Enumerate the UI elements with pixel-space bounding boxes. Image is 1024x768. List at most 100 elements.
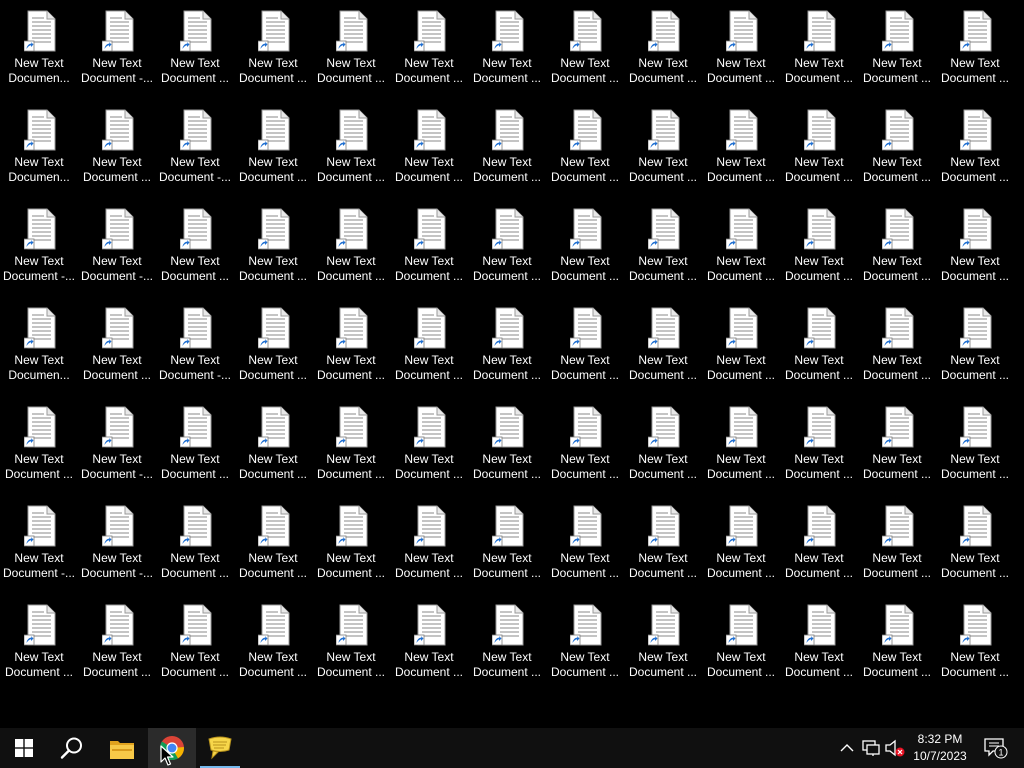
desktop-icon-new-text-document[interactable]: New Text Document ... xyxy=(469,503,545,593)
desktop-icon-new-text-document[interactable]: New Text Document ... xyxy=(469,404,545,494)
desktop-icon-new-text-document[interactable]: New Text Document ... xyxy=(703,206,779,296)
desktop-icon-new-text-document[interactable]: New Text Document -... xyxy=(79,8,155,98)
desktop-icon-new-text-document[interactable]: New Text Document ... xyxy=(313,404,389,494)
desktop-icon-new-text-document[interactable]: New Text Document ... xyxy=(469,305,545,395)
desktop-icon-new-text-document[interactable]: New Text Document ... xyxy=(625,206,701,296)
desktop-icon-new-text-document[interactable]: New Text Document -... xyxy=(79,404,155,494)
desktop-icon-new-text-document[interactable]: New Text Document -... xyxy=(157,107,233,197)
desktop-icon-new-text-document[interactable]: New Text Document ... xyxy=(235,404,311,494)
desktop-icon-new-text-document[interactable]: New Text Document ... xyxy=(79,305,155,395)
desktop-icon-new-text-document[interactable]: New Text Document ... xyxy=(937,305,1013,395)
file-explorer-button[interactable] xyxy=(98,728,146,768)
desktop-icon-new-text-document[interactable]: New Text Document ... xyxy=(157,404,233,494)
desktop-icon-new-text-document[interactable]: New Text Document ... xyxy=(547,107,623,197)
desktop-icon-new-text-document[interactable]: New Text Document ... xyxy=(391,602,467,692)
desktop-icon-new-text-document[interactable]: New Text Document -... xyxy=(1,503,77,593)
desktop-icon-new-text-document[interactable]: New Text Document ... xyxy=(859,206,935,296)
desktop-icon-new-text-document[interactable]: New Text Document ... xyxy=(859,503,935,593)
desktop-icon-new-text-document[interactable]: New Text Document ... xyxy=(235,503,311,593)
desktop-icon-new-text-document[interactable]: New Text Document ... xyxy=(625,107,701,197)
desktop-icon-new-text-document[interactable]: New Text Document ... xyxy=(703,404,779,494)
desktop-icon-new-text-document[interactable]: New Text Document ... xyxy=(1,602,77,692)
desktop-icon-new-text-document[interactable]: New Text Document ... xyxy=(703,503,779,593)
desktop-icon-new-text-document[interactable]: New Text Documen... xyxy=(1,8,77,98)
desktop-icon-new-text-document[interactable]: New Text Document ... xyxy=(937,503,1013,593)
desktop-icon-new-text-document[interactable]: New Text Document ... xyxy=(781,107,857,197)
desktop-icon-new-text-document[interactable]: New Text Document ... xyxy=(547,206,623,296)
taskbar-clock[interactable]: 8:32 PM 10/7/2023 xyxy=(906,731,974,767)
desktop-icon-new-text-document[interactable]: New Text Document ... xyxy=(547,8,623,98)
desktop-icon-new-text-document[interactable]: New Text Document ... xyxy=(547,305,623,395)
desktop-icon-new-text-document[interactable]: New Text Document ... xyxy=(703,8,779,98)
desktop-icon-new-text-document[interactable]: New Text Document ... xyxy=(157,602,233,692)
desktop-icon-new-text-document[interactable]: New Text Document ... xyxy=(391,404,467,494)
desktop-icon-new-text-document[interactable]: New Text Document ... xyxy=(859,8,935,98)
desktop-icon-new-text-document[interactable]: New Text Document ... xyxy=(625,503,701,593)
desktop-icon-new-text-document[interactable]: New Text Document ... xyxy=(79,107,155,197)
desktop-icon-new-text-document[interactable]: New Text Documen... xyxy=(1,305,77,395)
volume-button[interactable] xyxy=(884,728,906,768)
desktop-icon-new-text-document[interactable]: New Text Document ... xyxy=(157,503,233,593)
desktop-icon-new-text-document[interactable]: New Text Document -... xyxy=(79,503,155,593)
desktop-icon-new-text-document[interactable]: New Text Document ... xyxy=(313,206,389,296)
desktop-icon-new-text-document[interactable]: New Text Document ... xyxy=(937,404,1013,494)
desktop-icon-new-text-document[interactable]: New Text Documen... xyxy=(1,107,77,197)
desktop-icon-new-text-document[interactable]: New Text Document ... xyxy=(937,206,1013,296)
desktop-icon-new-text-document[interactable]: New Text Document ... xyxy=(781,503,857,593)
desktop-icon-new-text-document[interactable]: New Text Document ... xyxy=(625,305,701,395)
desktop-icon-new-text-document[interactable]: New Text Document ... xyxy=(703,107,779,197)
desktop-icon-new-text-document[interactable]: New Text Document ... xyxy=(313,107,389,197)
desktop-icon-new-text-document[interactable]: New Text Document ... xyxy=(391,503,467,593)
desktop-icon-new-text-document[interactable]: New Text Document ... xyxy=(157,8,233,98)
desktop-icon-new-text-document[interactable]: New Text Document ... xyxy=(781,602,857,692)
desktop-icon-new-text-document[interactable]: New Text Document ... xyxy=(859,305,935,395)
action-center-button[interactable]: 1 xyxy=(978,728,1018,768)
desktop-icon-new-text-document[interactable]: New Text Document ... xyxy=(1,404,77,494)
desktop-icon-new-text-document[interactable]: New Text Document ... xyxy=(235,107,311,197)
desktop-icon-new-text-document[interactable]: New Text Document ... xyxy=(79,602,155,692)
desktop-icon-new-text-document[interactable]: New Text Document ... xyxy=(625,602,701,692)
desktop-icon-new-text-document[interactable]: New Text Document ... xyxy=(625,8,701,98)
show-hidden-icons-button[interactable] xyxy=(836,728,858,768)
desktop-icon-new-text-document[interactable]: New Text Document ... xyxy=(703,602,779,692)
desktop-icon-new-text-document[interactable]: New Text Document ... xyxy=(469,206,545,296)
desktop-icon-new-text-document[interactable]: New Text Document ... xyxy=(235,206,311,296)
desktop-icon-new-text-document[interactable]: New Text Document ... xyxy=(859,404,935,494)
desktop-icon-new-text-document[interactable]: New Text Document ... xyxy=(469,8,545,98)
desktop-icon-new-text-document[interactable]: New Text Document -... xyxy=(157,305,233,395)
desktop-icon-new-text-document[interactable]: New Text Document ... xyxy=(469,602,545,692)
desktop-icon-new-text-document[interactable]: New Text Document ... xyxy=(781,8,857,98)
desktop-icon-new-text-document[interactable]: New Text Document ... xyxy=(235,602,311,692)
desktop-icon-new-text-document[interactable]: New Text Document ... xyxy=(937,107,1013,197)
desktop-icon-new-text-document[interactable]: New Text Document ... xyxy=(391,305,467,395)
desktop-icon-new-text-document[interactable]: New Text Document ... xyxy=(391,107,467,197)
desktop-icon-new-text-document[interactable]: New Text Document ... xyxy=(781,206,857,296)
desktop-icon-new-text-document[interactable]: New Text Document ... xyxy=(703,305,779,395)
sticky-notes-button[interactable] xyxy=(196,728,244,768)
desktop-icon-new-text-document[interactable]: New Text Document ... xyxy=(937,8,1013,98)
desktop-icon-new-text-document[interactable]: New Text Document ... xyxy=(235,305,311,395)
desktop-icon-new-text-document[interactable]: New Text Document -... xyxy=(79,206,155,296)
desktop-icon-new-text-document[interactable]: New Text Document ... xyxy=(547,404,623,494)
desktop-icon-new-text-document[interactable]: New Text Document ... xyxy=(313,602,389,692)
search-button[interactable] xyxy=(48,728,96,768)
desktop-icon-new-text-document[interactable]: New Text Document ... xyxy=(313,503,389,593)
desktop-icon-new-text-document[interactable]: New Text Document ... xyxy=(391,8,467,98)
desktop-icon-new-text-document[interactable]: New Text Document ... xyxy=(313,305,389,395)
desktop-icon-new-text-document[interactable]: New Text Document ... xyxy=(547,602,623,692)
desktop-icon-new-text-document[interactable]: New Text Document ... xyxy=(313,8,389,98)
desktop-icon-new-text-document[interactable]: New Text Document ... xyxy=(391,206,467,296)
desktop[interactable]: New Text Documen... New Text Document -... N… xyxy=(0,0,1024,728)
desktop-icon-new-text-document[interactable]: New Text Document ... xyxy=(781,305,857,395)
desktop-icon-new-text-document[interactable]: New Text Document ... xyxy=(157,206,233,296)
desktop-icon-new-text-document[interactable]: New Text Document ... xyxy=(625,404,701,494)
desktop-icon-new-text-document[interactable]: New Text Document -... xyxy=(1,206,77,296)
network-button[interactable] xyxy=(860,728,882,768)
desktop-icon-new-text-document[interactable]: New Text Document ... xyxy=(547,503,623,593)
desktop-icon-new-text-document[interactable]: New Text Document ... xyxy=(469,107,545,197)
desktop-icon-new-text-document[interactable]: New Text Document ... xyxy=(859,107,935,197)
desktop-icon-new-text-document[interactable]: New Text Document ... xyxy=(235,8,311,98)
desktop-icon-new-text-document[interactable]: New Text Document ... xyxy=(937,602,1013,692)
desktop-icon-new-text-document[interactable]: New Text Document ... xyxy=(781,404,857,494)
desktop-icon-new-text-document[interactable]: New Text Document ... xyxy=(859,602,935,692)
